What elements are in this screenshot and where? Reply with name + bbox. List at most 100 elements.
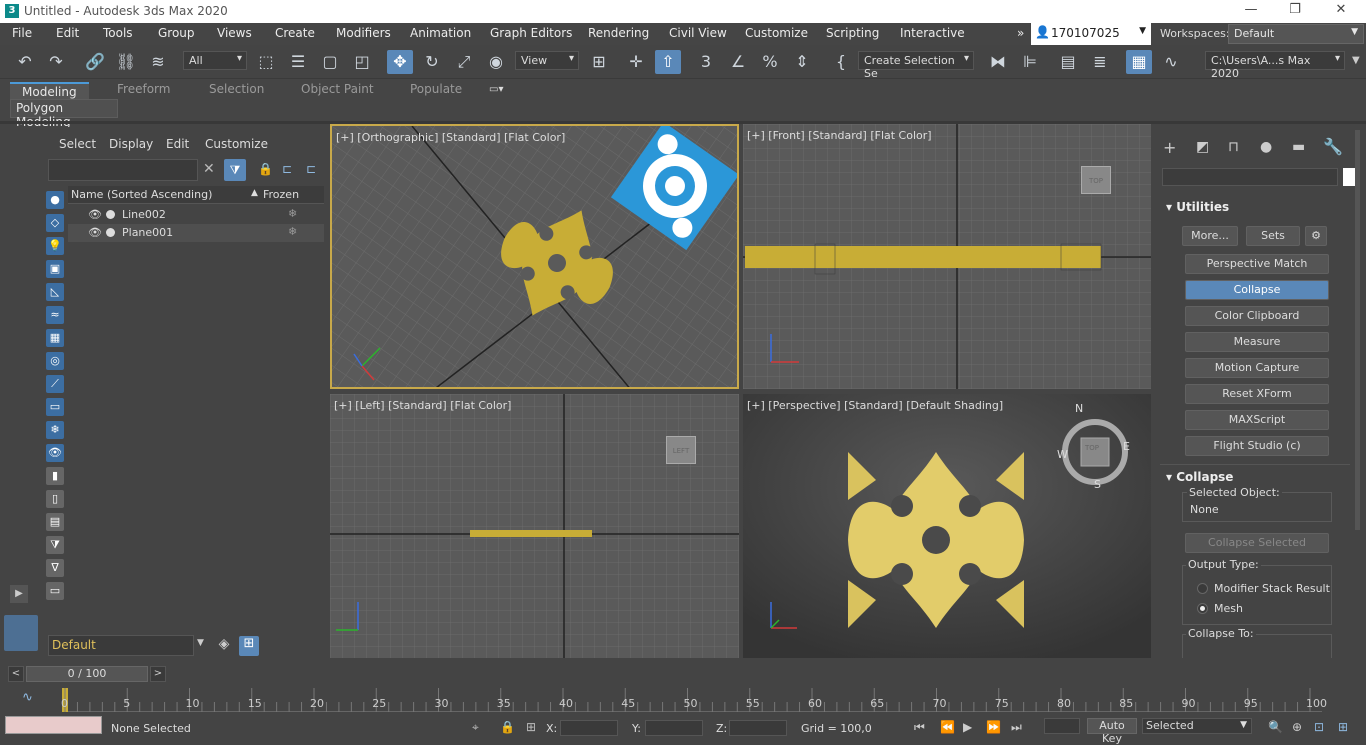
polygon-modeling-panel[interactable]: Polygon Modeling [10,99,118,129]
sets-button[interactable]: Sets [1246,226,1300,246]
auto-key-button[interactable]: Auto Key [1087,718,1137,745]
cameras-filter-icon[interactable]: ▣ [46,260,64,278]
mirror-icon[interactable]: ⧓ [985,50,1011,74]
display-tab-icon[interactable]: ▬ [1292,139,1305,155]
menu-edit[interactable]: Edit [56,26,79,40]
containers-filter-icon[interactable]: ▭ [46,398,64,416]
funnel-outline-icon[interactable]: ∇ [46,559,64,577]
time-slider[interactable]: 0 / 100 [26,666,148,682]
spacewarps-filter-icon[interactable]: ≈ [46,306,64,324]
tab-modeling[interactable]: Modeling [10,82,89,100]
menu-customize[interactable]: Customize [745,26,808,40]
table-row[interactable]: 👁 Line002 ❄ [68,206,324,224]
layers-icon[interactable]: ◈ [214,636,234,656]
frozen-filter-icon[interactable]: ❄ [46,421,64,439]
time-prev-icon[interactable]: < [8,666,24,682]
project-folder-dropdown[interactable]: C:\Users\A...s Max 2020 [1205,51,1345,80]
maxscript-button[interactable]: MAXScript [1185,410,1329,430]
isolate-icon[interactable]: ⌖ [472,720,479,735]
select-object-icon[interactable]: ⬚ [253,50,279,74]
table-row[interactable]: 👁 Plane001 ❄ [68,224,324,242]
previous-frame-icon[interactable]: ⏪ [940,720,955,734]
select-by-name-icon[interactable]: ☰ [285,50,311,74]
filter-icon[interactable]: ⧩ [224,159,246,181]
explorer-search-input[interactable] [48,159,198,181]
spinner-snap-icon[interactable]: ⇕ [789,50,815,74]
frozen-icon[interactable]: ❄ [288,225,297,238]
funnel-icon[interactable]: ⧩ [46,536,64,554]
tab-populate[interactable]: Populate [410,82,462,96]
menu-civil-view[interactable]: Civil View [669,26,727,40]
selection-lock-icon[interactable]: 🔒 [500,720,515,734]
edit-named-selection-icon[interactable]: { [828,50,854,74]
more-button[interactable]: More... [1182,226,1238,246]
restore-button[interactable]: ❐ [1280,2,1310,20]
rectangular-selection-icon[interactable]: ▢ [317,50,343,74]
maxscript-listener[interactable] [5,716,102,734]
motion-capture-button[interactable]: Motion Capture [1185,358,1329,378]
invert-filter-icon[interactable]: ▤ [46,513,64,531]
close-button[interactable]: ✕ [1326,2,1356,20]
motion-tab-icon[interactable]: ● [1260,139,1272,155]
explorer-menu-select[interactable]: Select [59,137,96,151]
next-frame-icon[interactable]: ⏩ [986,720,1001,734]
zoom-extents-icon[interactable]: ⊡ [1314,720,1324,734]
color-clipboard-button[interactable]: Color Clipboard [1185,306,1329,326]
all-filter-icon[interactable]: ▮ [46,467,64,485]
object-name-field[interactable] [1162,168,1338,186]
viewport-label[interactable]: [+] [Orthographic] [Standard] [Flat Colo… [336,131,565,144]
reset-xform-button[interactable]: Reset XForm [1185,384,1329,404]
menu-views[interactable]: Views [217,26,252,40]
expand-arrow-icon[interactable]: ▶ [10,585,28,603]
column-frozen[interactable]: Frozen [263,188,299,201]
place-icon[interactable]: ◉ [483,50,509,74]
groups-filter-icon[interactable]: ▦ [46,329,64,347]
eye-icon[interactable]: 👁 [88,226,102,239]
perspective-match-button[interactable]: Perspective Match [1185,254,1329,274]
zoom-all-icon[interactable]: ⊕ [1292,720,1302,734]
go-to-start-icon[interactable]: ⏮ [914,720,925,735]
tab-freeform[interactable]: Freeform [117,82,170,96]
helpers-filter-icon[interactable]: ◺ [46,283,64,301]
column-name[interactable]: Name (Sorted Ascending) [71,188,212,201]
absolute-mode-icon[interactable]: ⊞ [526,720,536,734]
layer-explorer-icon[interactable]: ≣ [1087,50,1113,74]
angle-snap-icon[interactable]: ∠ [725,50,751,74]
menu-file[interactable]: File [12,26,32,40]
bones-filter-icon[interactable]: ⟋ [46,375,64,393]
viewport-layout-icon[interactable] [4,615,38,651]
viewport-label[interactable]: [+] [Perspective] [Standard] [Default Sh… [747,399,1003,412]
window-crossing-icon[interactable]: ◰ [349,50,375,74]
create-tab-icon[interactable]: + [1163,138,1176,157]
viewport-label[interactable]: [+] [Left] [Standard] [Flat Color] [334,399,511,412]
time-next-icon[interactable]: > [150,666,166,682]
collapse-selected-button[interactable]: Collapse Selected [1185,533,1329,553]
keyboard-shortcut-override-icon[interactable]: ⇧ [655,50,681,74]
workspaces-dropdown[interactable]: Default ▼ [1228,24,1364,44]
named-selection-dropdown[interactable]: Create Selection Se [858,51,974,80]
tab-selection[interactable]: Selection [209,82,264,96]
explorer-header[interactable]: Name (Sorted Ascending) ▲ Frozen [68,186,324,204]
viewcube-label[interactable]: TOP [1085,444,1099,452]
menu-tools[interactable]: Tools [103,26,133,40]
zoom-extents-all-icon[interactable]: ⊞ [1338,720,1348,734]
menu-create[interactable]: Create [275,26,315,40]
collapse-button[interactable]: Collapse [1185,280,1329,300]
menu-overflow[interactable]: » [1017,26,1024,40]
menu-scripting[interactable]: Scripting [826,26,879,40]
go-to-end-icon[interactable]: ⏭ [1011,720,1022,735]
clear-search-icon[interactable]: ✕ [203,161,215,177]
move-icon[interactable]: ✥ [387,50,413,74]
hierarchy-mode-icon[interactable]: ⊞ [239,636,259,656]
lock-icon[interactable]: 🔒 [258,162,273,176]
current-frame-field[interactable] [1044,718,1080,734]
menu-group[interactable]: Group [158,26,195,40]
configure-button-sets-icon[interactable]: ⚙ [1305,226,1327,246]
lights-filter-icon[interactable]: 💡 [46,237,64,255]
unlink-icon[interactable]: ⛓ [113,50,139,74]
key-filter-dropdown[interactable]: Selected ▼ [1142,718,1252,734]
pivot-center-icon[interactable]: ⊞ [586,50,612,74]
measure-button[interactable]: Measure [1185,332,1329,352]
frozen-icon[interactable]: ❄ [288,207,297,220]
ribbon-options-icon[interactable]: ▭▾ [489,84,513,97]
